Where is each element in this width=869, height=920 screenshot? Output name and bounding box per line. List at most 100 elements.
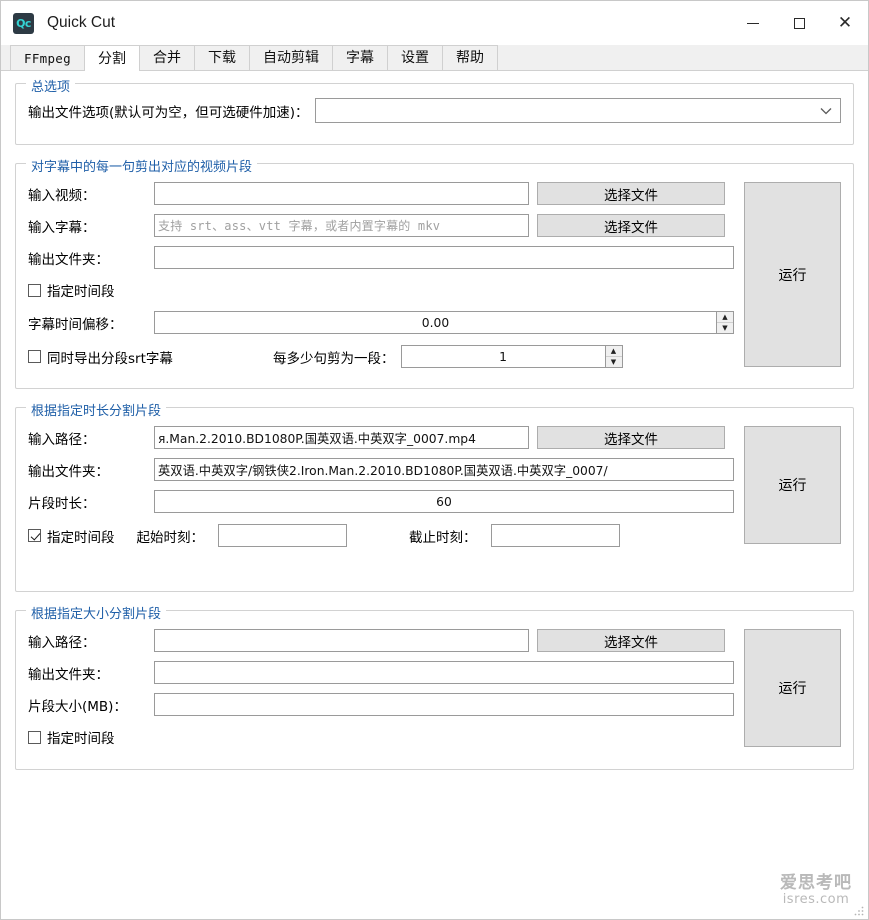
row-size-input-path: 输入路径： 选择文件 — [28, 629, 734, 652]
group-subtitle-cut-title: 对字幕中的每一句剪出对应的视频片段 — [26, 156, 258, 175]
row-time-range-toggle[interactable]: 指定时间段 — [28, 280, 734, 300]
duration-input-path-browse-button[interactable]: 选择文件 — [537, 426, 725, 449]
tab-settings[interactable]: 设置 — [386, 45, 443, 70]
duration-output-folder-label: 输出文件夹： — [28, 463, 109, 480]
tab-download[interactable]: 下载 — [193, 45, 250, 70]
size-input-path-field[interactable] — [154, 629, 529, 652]
segment-size-field[interactable] — [154, 693, 734, 716]
segment-size-label: 片段大小(MB)： — [28, 698, 127, 715]
chevron-down-icon — [820, 104, 832, 118]
row-input-subtitle: 输入字幕： 支持 srt、ass、vtt 字幕，或者内置字幕的 mkv 选择文件 — [28, 214, 734, 237]
duration-split-fields: 输入路径： я.Man.2.2010.BD1080P.国英双语.中英双字_000… — [28, 426, 734, 547]
row-duration-output-folder: 输出文件夹： 英双语.中英双字/钢铁侠2.Iron.Man.2.2010.BD1… — [28, 458, 734, 481]
segment-duration-label: 片段时长： — [28, 495, 96, 512]
row-segment-duration: 片段时长： 60 — [28, 490, 734, 513]
output-folder-label: 输出文件夹： — [28, 251, 109, 268]
close-button[interactable]: ✕ — [822, 1, 868, 45]
input-subtitle-label: 输入字幕： — [28, 219, 96, 236]
maximize-button[interactable] — [776, 1, 822, 45]
row-size-output-folder: 输出文件夹： — [28, 661, 734, 684]
subtitle-cut-fields: 输入视频： 选择文件 输入字幕： 支持 srt、ass、vtt 字幕，或者内置字… — [28, 182, 734, 368]
row-segment-size: 片段大小(MB)： — [28, 693, 734, 716]
tab-bar: FFmpeg 分割 合并 下载 自动剪辑 字幕 设置 帮助 — [1, 45, 868, 71]
input-video-field[interactable] — [154, 182, 529, 205]
time-range-checkbox[interactable] — [28, 283, 41, 297]
group-duration-split-title: 根据指定时长分割片段 — [26, 400, 167, 419]
start-time-label: 起始时刻： — [136, 529, 205, 546]
minimize-icon — [747, 22, 759, 24]
output-options-label: 输出文件选项(默认可为空，但可选硬件加速)： — [28, 104, 309, 121]
quick-cut-window: Qc Quick Cut ✕ FFmpeg 分割 合并 下载 自动剪辑 字幕 设… — [0, 0, 869, 920]
size-output-folder-field[interactable] — [154, 661, 734, 684]
subtitle-offset-stepper[interactable]: ▲ ▼ — [717, 311, 734, 334]
group-duration-split: 根据指定时长分割片段 输入路径： я.Man.2.2010.BD1080P.国英… — [15, 400, 854, 592]
duration-output-folder-field[interactable]: 英双语.中英双字/钢铁侠2.Iron.Man.2.2010.BD1080P.国英… — [154, 458, 734, 481]
tab-split[interactable]: 分割 — [83, 45, 140, 71]
row-duration-input-path: 输入路径： я.Man.2.2010.BD1080P.国英双语.中英双字_000… — [28, 426, 734, 449]
export-srt-checkbox[interactable] — [28, 350, 41, 363]
row-export-srt: 同时导出分段srt字幕 每多少句剪为一段： 1 ▲ ▼ — [28, 345, 734, 368]
row-size-time-range[interactable]: 指定时间段 — [28, 727, 734, 747]
size-input-path-browse-button[interactable]: 选择文件 — [537, 629, 725, 652]
output-folder-field[interactable] — [154, 246, 734, 269]
duration-input-path-label: 输入路径： — [28, 431, 96, 448]
tab-merge[interactable]: 合并 — [138, 45, 195, 70]
group-general-options: 总选项 输出文件选项(默认可为空，但可选硬件加速)： — [15, 76, 854, 145]
resize-grip[interactable] — [853, 905, 865, 917]
row-output-folder: 输出文件夹： — [28, 246, 734, 269]
group-size-split: 根据指定大小分割片段 输入路径： 选择文件 输出文件夹： 片段大小(MB)： 指… — [15, 603, 854, 770]
export-srt-toggle[interactable]: 同时导出分段srt字幕 — [28, 347, 273, 367]
time-range-checkbox-label: 指定时间段 — [47, 284, 115, 300]
segment-duration-value: 60 — [436, 494, 452, 509]
row-duration-time-range: 指定时间段 起始时刻： 截止时刻： — [28, 524, 734, 547]
window-controls: ✕ — [730, 1, 868, 45]
minimize-button[interactable] — [730, 1, 776, 45]
start-time-field[interactable] — [218, 524, 347, 547]
lines-per-segment-field[interactable]: 1 — [400, 345, 606, 368]
close-icon: ✕ — [837, 12, 853, 33]
stepper-down-icon[interactable]: ▼ — [606, 357, 622, 367]
maximize-icon — [793, 17, 805, 29]
end-time-field[interactable] — [490, 524, 620, 547]
subtitle-cut-run-button[interactable]: 运行 — [744, 182, 841, 367]
subtitle-offset-label: 字幕时间偏移： — [28, 316, 123, 333]
input-subtitle-browse-button[interactable]: 选择文件 — [537, 214, 725, 237]
lines-per-segment-stepper[interactable]: ▲ ▼ — [605, 345, 623, 368]
duration-input-path-value: я.Man.2.2010.BD1080P.国英双语.中英双字_0007.mp4 — [158, 431, 476, 446]
tab-subtitle[interactable]: 字幕 — [331, 45, 388, 70]
lines-per-segment-value: 1 — [499, 349, 507, 364]
input-video-browse-button[interactable]: 选择文件 — [537, 182, 725, 205]
stepper-up-icon[interactable]: ▲ — [717, 312, 733, 323]
lines-per-segment-label: 每多少句剪为一段： — [273, 350, 395, 367]
end-time-label: 截止时刻： — [409, 529, 477, 546]
subtitle-offset-value: 0.00 — [421, 315, 450, 330]
duration-split-run-button[interactable]: 运行 — [744, 426, 841, 544]
tab-auto-edit[interactable]: 自动剪辑 — [248, 45, 333, 70]
size-split-run-button[interactable]: 运行 — [744, 629, 841, 747]
stepper-up-icon[interactable]: ▲ — [605, 346, 622, 357]
app-icon: Qc — [13, 12, 34, 34]
group-subtitle-cut: 对字幕中的每一句剪出对应的视频片段 输入视频： 选择文件 输入字幕： 支持 sr… — [15, 156, 854, 389]
group-size-split-title: 根据指定大小分割片段 — [26, 603, 167, 622]
duration-input-path-field[interactable]: я.Man.2.2010.BD1080P.国英双语.中英双字_0007.mp4 — [154, 426, 529, 449]
title-bar: Qc Quick Cut ✕ — [1, 1, 868, 45]
duration-time-range-checkbox-label: 指定时间段 — [47, 529, 115, 546]
segment-duration-field[interactable]: 60 — [154, 490, 734, 513]
duration-time-range-toggle[interactable]: 指定时间段 — [28, 526, 115, 546]
tab-ffmpeg[interactable]: FFmpeg — [10, 45, 85, 70]
group-general-options-title: 总选项 — [26, 76, 76, 95]
output-options-combobox[interactable] — [314, 98, 841, 123]
duration-time-range-checkbox[interactable] — [28, 529, 41, 542]
size-time-range-checkbox[interactable] — [28, 730, 41, 744]
size-output-folder-label: 输出文件夹： — [28, 666, 109, 683]
subtitle-offset-field[interactable]: 0.00 — [154, 311, 717, 334]
stepper-down-icon[interactable]: ▼ — [717, 323, 733, 333]
export-srt-checkbox-label: 同时导出分段srt字幕 — [47, 350, 173, 367]
row-input-video: 输入视频： 选择文件 — [28, 182, 734, 205]
window-title: Quick Cut — [47, 14, 116, 31]
duration-output-folder-value: 英双语.中英双字/钢铁侠2.Iron.Man.2.2010.BD1080P.国英… — [158, 463, 608, 478]
input-subtitle-field[interactable]: 支持 srt、ass、vtt 字幕，或者内置字幕的 mkv — [154, 214, 529, 237]
row-subtitle-offset: 字幕时间偏移： 0.00 ▲ ▼ — [28, 311, 734, 334]
input-subtitle-placeholder: 支持 srt、ass、vtt 字幕，或者内置字幕的 mkv — [158, 219, 441, 233]
tab-help[interactable]: 帮助 — [441, 45, 498, 70]
